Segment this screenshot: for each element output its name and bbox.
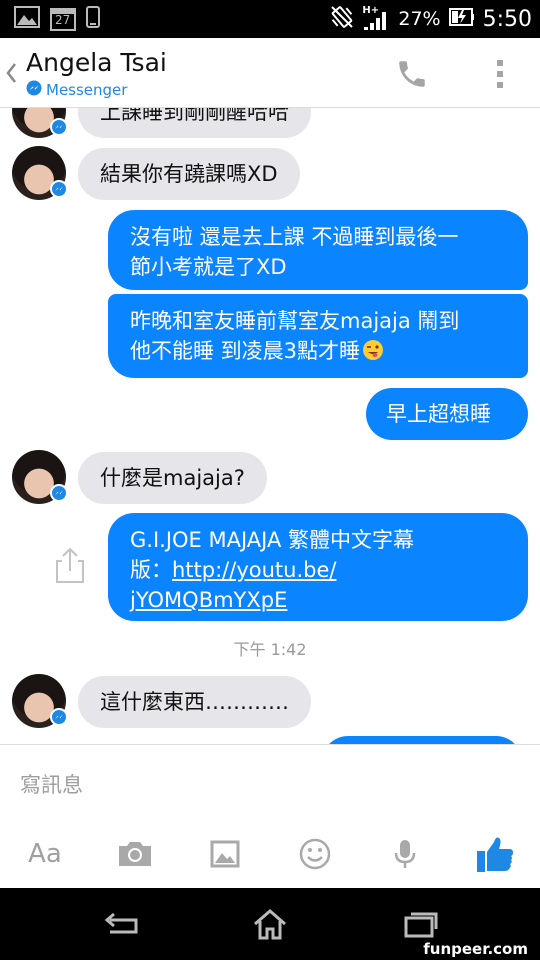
message-line: 沒有啦 還是去上課 不過睡到最後一 bbox=[130, 225, 459, 249]
nav-back-button[interactable] bbox=[100, 906, 140, 942]
smiley-icon bbox=[299, 838, 331, 870]
message-line: 他不能睡 到凌晨3點才睡 bbox=[130, 336, 506, 366]
text-style-button[interactable]: Aa bbox=[20, 829, 70, 879]
incoming-message[interactable]: 上課睡到剛剛醒哈哈 bbox=[78, 108, 311, 138]
message-line: 昨晚和室友睡前幫室友majaja 鬧到 bbox=[130, 309, 460, 333]
more-vertical-icon bbox=[497, 60, 503, 88]
message-timestamp: 下午 1:42 bbox=[233, 640, 307, 659]
sticker-button[interactable] bbox=[290, 829, 340, 879]
photo-button[interactable] bbox=[200, 829, 250, 879]
message-input[interactable]: 寫訊息 bbox=[20, 769, 83, 799]
incoming-message[interactable]: 這什麼東西………… bbox=[78, 676, 311, 728]
message-line: 版：http://youtu.be/ bbox=[130, 558, 337, 582]
voice-button[interactable] bbox=[380, 829, 430, 879]
messenger-badge-icon bbox=[50, 180, 68, 198]
message-line: G.I.JOE MAJAJA 繁體中文字幕 bbox=[130, 528, 415, 552]
contact-avatar[interactable] bbox=[12, 450, 68, 504]
incoming-message[interactable]: 什麼是majaja? bbox=[78, 452, 267, 504]
messenger-icon bbox=[26, 80, 42, 100]
composer-toolbar: Aa bbox=[0, 829, 540, 879]
outgoing-link-message[interactable]: G.I.JOE MAJAJA 繁體中文字幕 版：http://youtu.be/… bbox=[108, 513, 528, 621]
contact-avatar[interactable] bbox=[12, 146, 68, 200]
tongue-wink-emoji-icon bbox=[362, 339, 384, 361]
calendar-icon: 27 bbox=[50, 7, 76, 31]
messenger-subtitle: Messenger bbox=[26, 80, 127, 100]
call-button[interactable] bbox=[392, 54, 432, 94]
like-button[interactable] bbox=[470, 829, 520, 879]
more-options-button[interactable] bbox=[488, 54, 512, 94]
phone-icon bbox=[86, 6, 100, 32]
share-button[interactable] bbox=[52, 545, 88, 585]
calendar-day: 27 bbox=[55, 13, 71, 27]
camera-icon bbox=[119, 842, 151, 866]
nav-recents-button[interactable] bbox=[400, 906, 440, 942]
back-arrow-icon bbox=[104, 912, 138, 934]
status-bar: 27 H+ 27% 5:50 bbox=[0, 0, 540, 38]
message-line: 節小考就是了XD bbox=[130, 255, 287, 279]
signal-icon: H+ bbox=[362, 5, 390, 31]
contact-name[interactable]: Angela Tsai bbox=[26, 48, 167, 77]
contact-avatar[interactable] bbox=[12, 674, 68, 728]
message-composer: 寫訊息 Aa bbox=[0, 744, 540, 888]
outgoing-message[interactable]: 昨晚和室友睡前幫室友majaja 鬧到 他不能睡 到凌晨3點才睡 bbox=[108, 294, 528, 378]
incoming-message[interactable]: 結果你有蹺課嗎XD bbox=[78, 148, 300, 200]
image-icon bbox=[210, 840, 240, 868]
outgoing-message-partial[interactable] bbox=[322, 736, 522, 744]
watermark-text: funpeer.com bbox=[423, 940, 528, 958]
messenger-badge-icon bbox=[50, 484, 68, 502]
gallery-icon bbox=[14, 6, 40, 32]
clock: 5:50 bbox=[482, 6, 532, 32]
messenger-badge-icon bbox=[50, 118, 68, 136]
message-list[interactable]: 上課睡到剛剛醒哈哈 結果你有蹺課嗎XD 沒有啦 還是去上課 不過睡到最後一 節小… bbox=[0, 108, 540, 744]
battery-charging-icon bbox=[448, 7, 475, 31]
thumbs-up-icon bbox=[477, 837, 513, 872]
battery-percent: 27% bbox=[398, 8, 441, 30]
message-line: jYOMQBmYXpE bbox=[130, 585, 506, 615]
text-style-icon: Aa bbox=[28, 839, 62, 869]
microphone-icon bbox=[394, 840, 416, 868]
messenger-badge-icon bbox=[50, 708, 68, 726]
recent-apps-icon bbox=[404, 912, 438, 938]
youtube-link[interactable]: http://youtu.be/ bbox=[172, 558, 336, 582]
subtitle-text: Messenger bbox=[46, 81, 128, 99]
vibrate-icon bbox=[330, 5, 354, 33]
camera-button[interactable] bbox=[110, 829, 160, 879]
share-icon bbox=[56, 547, 84, 583]
back-chevron-icon[interactable] bbox=[4, 60, 18, 86]
contact-avatar[interactable] bbox=[12, 108, 68, 138]
outgoing-message[interactable]: 早上超想睡 bbox=[366, 388, 528, 440]
phone-call-icon bbox=[399, 61, 425, 87]
system-navigation-bar: funpeer.com bbox=[0, 888, 540, 960]
conversation-header: Angela Tsai Messenger bbox=[0, 38, 540, 108]
home-icon bbox=[254, 909, 286, 940]
youtube-link-continued[interactable]: jYOMQBmYXpE bbox=[130, 588, 287, 612]
nav-home-button[interactable] bbox=[250, 906, 290, 942]
outgoing-message[interactable]: 沒有啦 還是去上課 不過睡到最後一 節小考就是了XD bbox=[108, 210, 528, 290]
